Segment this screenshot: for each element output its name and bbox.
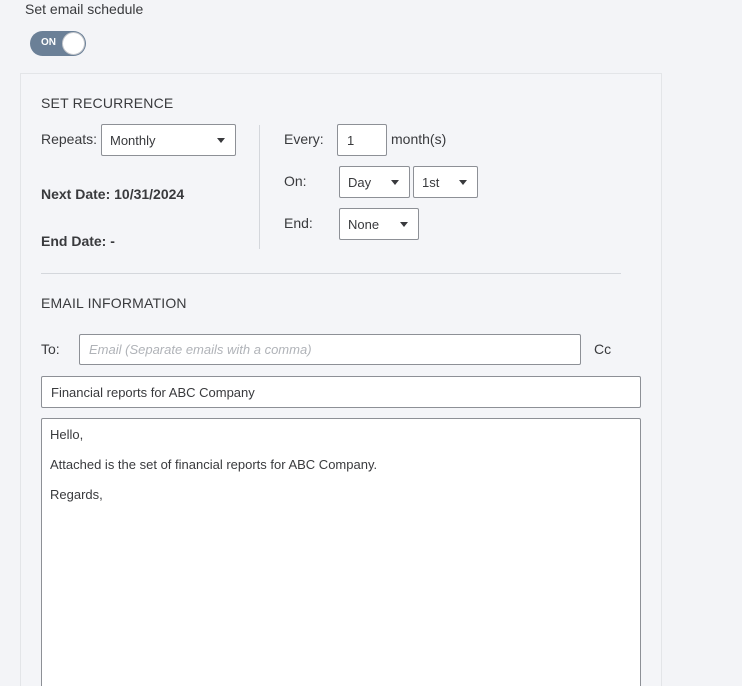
end-select[interactable]: None [339,208,419,240]
to-email-placeholder: Email (Separate emails with a comma) [89,342,312,357]
on-type-select[interactable]: Day [339,166,410,198]
to-email-input[interactable]: Email (Separate emails with a comma) [79,334,581,365]
subject-input[interactable]: Financial reports for ABC Company [41,376,641,408]
schedule-title: Set email schedule [25,1,144,17]
on-label: On: [284,173,307,189]
cc-link[interactable]: Cc [594,341,611,357]
next-date: Next Date: 10/31/2024 [41,186,185,202]
email-section-title: EMAIL INFORMATION [41,295,187,311]
every-unit-label: month(s) [391,131,447,147]
recurrence-section-title: SET RECURRENCE [41,95,174,111]
on-type-value: Day [348,174,372,190]
to-label: To: [41,341,60,357]
repeats-label: Repeats: [41,131,98,147]
end-label: End: [284,215,313,231]
every-label: Every: [284,131,324,147]
toggle-state-label: ON [41,37,56,48]
repeats-value: Monthly [110,132,156,148]
chevron-down-icon [391,180,399,185]
end-date: End Date: - [41,233,115,249]
repeats-select[interactable]: Monthly [101,124,236,156]
on-day-select[interactable]: 1st [413,166,478,198]
chevron-down-icon [217,138,225,143]
email-body-line: Regards, [50,487,103,502]
end-value: None [348,216,380,232]
every-interval-value: 1 [347,132,355,148]
chevron-down-icon [459,180,467,185]
section-divider [41,273,621,274]
schedule-toggle[interactable]: ON [30,31,86,56]
email-body-line: Hello, [50,427,84,442]
subject-value: Financial reports for ABC Company [51,384,255,400]
every-interval-input[interactable]: 1 [337,124,387,156]
column-divider [259,125,260,249]
on-day-value: 1st [422,174,440,190]
toggle-knob[interactable] [62,32,85,55]
email-body-textarea[interactable]: Hello, Attached is the set of financial … [41,418,641,686]
email-body-line: Attached is the set of financial reports… [50,457,378,472]
chevron-down-icon [400,222,408,227]
